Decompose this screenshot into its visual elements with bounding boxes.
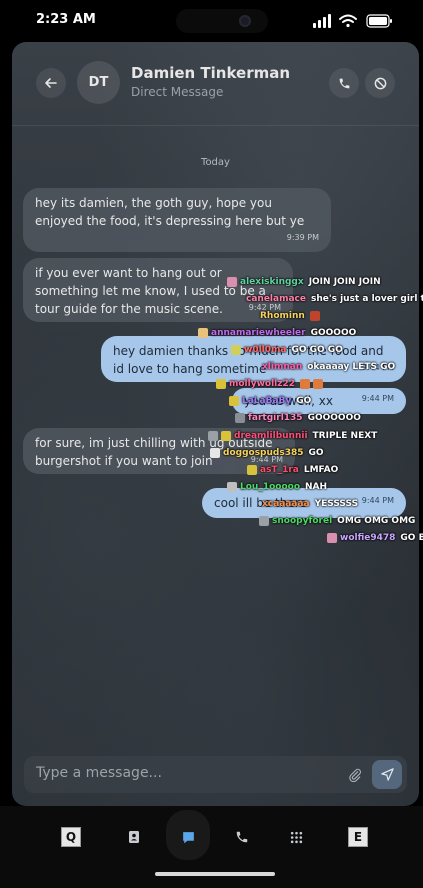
- nav-keypad-button[interactable]: [285, 826, 307, 848]
- camera-icon: [239, 15, 251, 27]
- send-icon: [380, 768, 394, 781]
- phone-icon: [339, 78, 349, 88]
- message-time: 9:42 PM: [248, 303, 281, 312]
- contact-name: Damien Tinkerman: [131, 64, 291, 82]
- status-time: 2:23 AM: [36, 12, 96, 27]
- message-bubble-outgoing[interactable]: you as well, xx 9:44 PM: [232, 388, 406, 414]
- avatar: DT: [77, 61, 120, 104]
- signal-icon: [313, 14, 331, 28]
- message-time: 9:44 PM: [361, 496, 394, 505]
- block-button[interactable]: [365, 68, 395, 98]
- message-text: for sure, im just chilling with ug outsi…: [35, 436, 273, 468]
- battery-icon: [366, 14, 392, 28]
- message-bubble-incoming[interactable]: for sure, im just chilling with ug outsi…: [23, 428, 295, 474]
- day-separator: Today: [201, 157, 230, 168]
- chat-bubble-icon: [182, 831, 194, 843]
- message-text: if you ever want to hang out or somethin…: [35, 266, 266, 316]
- message-bubble-outgoing[interactable]: hey damien thanks so much for the food a…: [101, 336, 406, 382]
- phone-icon: [236, 831, 248, 843]
- back-button[interactable]: [36, 68, 66, 98]
- message-bubble-incoming[interactable]: if you ever want to hang out or somethin…: [23, 258, 293, 322]
- paperclip-icon: [349, 768, 362, 782]
- keypad-icon: [290, 831, 302, 843]
- message-bubble-incoming[interactable]: hey its damien, the goth guy, hope you e…: [23, 188, 331, 252]
- arrow-left-icon: [45, 78, 57, 88]
- attach-button[interactable]: [346, 766, 364, 784]
- message-time: 9:44 PM: [250, 455, 283, 464]
- nav-contacts-button[interactable]: [123, 826, 145, 848]
- message-time: 9:44 PM: [361, 394, 394, 403]
- contacts-icon: [129, 831, 139, 843]
- q-key-icon: Q: [61, 827, 81, 847]
- e-key-icon: E: [348, 827, 368, 847]
- conversation-type: Direct Message: [131, 85, 224, 99]
- message-bubble-outgoing[interactable]: cool ill be there 9:44 PM: [202, 488, 406, 518]
- conversation-header: DT Damien Tinkerman Direct Message: [12, 42, 419, 126]
- status-icons: [313, 14, 392, 28]
- home-indicator: [155, 872, 275, 876]
- nav-messages-button[interactable]: [177, 826, 199, 848]
- status-bar: 2:23 AM: [0, 0, 423, 42]
- dynamic-island: [176, 9, 268, 33]
- nav-e-button[interactable]: E: [347, 826, 369, 848]
- message-input[interactable]: Type a message...: [36, 765, 162, 781]
- block-icon: [374, 77, 386, 89]
- call-button[interactable]: [329, 68, 359, 98]
- message-time: 9:44 PM: [361, 363, 394, 372]
- message-composer: Type a message...: [24, 756, 407, 793]
- wifi-icon: [339, 14, 357, 28]
- message-text: hey its damien, the goth guy, hope you e…: [35, 196, 305, 228]
- message-time: 9:39 PM: [286, 233, 319, 242]
- message-text: hey damien thanks so much for the food a…: [113, 344, 384, 376]
- send-button[interactable]: [372, 760, 402, 789]
- nav-q-button[interactable]: Q: [60, 826, 82, 848]
- nav-phone-button[interactable]: [231, 826, 253, 848]
- messages-app: DT Damien Tinkerman Direct Message Today…: [12, 42, 419, 806]
